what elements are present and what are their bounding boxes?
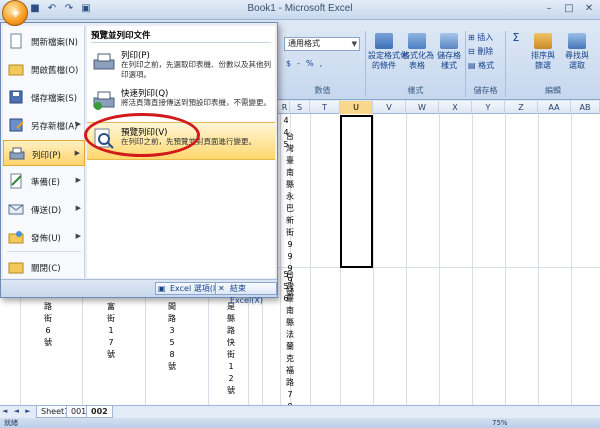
window-controls: – □ ✕ xyxy=(542,2,596,16)
menu-item-new[interactable]: 開新檔案(N) xyxy=(3,28,85,54)
cell-text: 台灣臺南縣法蘭克福路7898 xyxy=(286,270,294,405)
column-header[interactable]: R xyxy=(280,101,290,114)
minimize-icon[interactable]: – xyxy=(542,2,556,16)
office-menu-footer: ▣ Excel 選項(I) ✕ 結束 Excel(X) xyxy=(1,279,277,305)
autosum-button[interactable]: Σ xyxy=(508,32,524,43)
cell-styles-button[interactable]: 儲存格 樣式 xyxy=(434,33,464,71)
sort-filter-icon xyxy=(534,33,552,49)
find-select-button[interactable]: 尋找與 選取 xyxy=(562,33,592,71)
cell-text: 是縣路快街12號 xyxy=(227,302,235,395)
delete-button[interactable]: ⊟ 刪除 xyxy=(468,47,504,57)
maximize-icon[interactable]: □ xyxy=(562,2,576,16)
send-icon xyxy=(7,200,25,218)
office-menu: 開新檔案(N) 開啟舊檔(O) 儲存檔案(S) 另存新檔(A) ▶ 列印(P) ▶ … xyxy=(0,22,278,305)
office-button[interactable]: ◈ xyxy=(2,0,28,26)
gridline xyxy=(310,114,311,405)
publish-icon xyxy=(7,228,25,246)
chevron-right-icon: ▶ xyxy=(75,204,81,212)
options-icon: ▣ xyxy=(158,284,166,293)
conditional-format-button[interactable]: 設定格式化 的條件 xyxy=(368,33,408,71)
format-as-table-button[interactable]: 格式化為 表格 xyxy=(402,33,434,71)
zoom-level[interactable]: 75% xyxy=(492,418,508,428)
gridline xyxy=(280,114,281,405)
column-header[interactable]: X xyxy=(439,101,472,114)
column-header[interactable]: V xyxy=(373,101,406,114)
menu-item-prepare[interactable]: 準備(E) ▶ xyxy=(3,168,85,194)
save-icon xyxy=(7,88,25,106)
binoculars-icon xyxy=(568,33,586,49)
print-icon xyxy=(8,145,26,163)
group-styles: 設定格式化 的條件 格式化為 表格 儲存格 樣式 樣式 xyxy=(366,31,466,97)
menu-item-print[interactable]: 列印(P) ▶ xyxy=(3,140,85,166)
chevron-right-icon: ▶ xyxy=(75,176,81,184)
gridline xyxy=(439,114,440,405)
gridline xyxy=(571,114,572,405)
open-folder-icon xyxy=(7,60,25,78)
gridline xyxy=(538,114,539,405)
submenu-title: 預覽並列印文件 xyxy=(91,31,151,41)
prepare-icon xyxy=(7,172,25,190)
menu-item-close[interactable]: 關閉(C) xyxy=(3,254,85,280)
close-folder-icon xyxy=(7,258,25,276)
gridline xyxy=(505,114,506,405)
gridline xyxy=(472,114,473,405)
menu-item-save[interactable]: 儲存檔案(S) xyxy=(3,84,85,110)
column-header[interactable]: W xyxy=(406,101,439,114)
title-bar: ■ ↶ ↷ ▣ Book1 - Microsoft Excel – □ ✕ xyxy=(0,0,600,20)
cell-text: 路街6號 xyxy=(44,302,52,347)
sort-filter-button[interactable]: 排序與 篩選 xyxy=(528,33,558,71)
gridline xyxy=(406,114,407,405)
submenu-divider xyxy=(91,42,271,43)
column-header[interactable]: Z xyxy=(505,101,538,114)
cell-text: 富街17號 xyxy=(107,302,115,359)
highlight-circle xyxy=(84,113,200,157)
menu-separator xyxy=(7,251,81,252)
group-number: 數值 xyxy=(280,31,366,97)
group-editing: Σ 排序與 篩選 尋找與 選取 編輯 xyxy=(506,31,600,97)
column-header[interactable]: T xyxy=(310,101,340,114)
submenu-print[interactable]: 列印(P) 在列印之前，先選取印表機、份數以及其他列印選項。 xyxy=(87,46,275,84)
status-bar: 就緒 75% xyxy=(0,418,600,428)
menu-item-publish[interactable]: 發佈(U) ▶ xyxy=(3,224,85,250)
column-header[interactable]: AA xyxy=(538,101,571,114)
sheet-tab-active[interactable]: 002 xyxy=(86,406,113,418)
group-cells: ⊞ 插入 ⊟ 刪除 ▤ 格式 儲存格 xyxy=(466,31,506,97)
office-logo-icon: ◈ xyxy=(11,6,20,19)
table-icon xyxy=(408,33,426,49)
format-button[interactable]: ▤ 格式 xyxy=(468,61,504,71)
column-header[interactable]: AB xyxy=(571,101,600,114)
column-header[interactable]: Y xyxy=(472,101,505,114)
close-icon[interactable]: ✕ xyxy=(582,2,596,16)
menu-item-open[interactable]: 開啟舊檔(O) xyxy=(3,56,85,82)
column-header[interactable]: S xyxy=(290,101,310,114)
save-as-icon xyxy=(7,116,25,134)
excel-options-button[interactable]: ▣ Excel 選項(I) xyxy=(155,282,224,295)
gridline xyxy=(373,114,374,405)
exit-excel-button[interactable]: ✕ 結束 Excel(X) xyxy=(215,282,277,305)
menu-item-save-as[interactable]: 另存新檔(A) ▶ xyxy=(3,112,85,138)
sheet-tab-bar: ◄ ◄ ► ► Sheet1 001 002 xyxy=(0,405,600,418)
close-icon: ✕ xyxy=(218,284,225,293)
office-menu-commands: 開新檔案(N) 開啟舊檔(O) 儲存檔案(S) 另存新檔(A) ▶ 列印(P) ▶ … xyxy=(3,26,85,278)
insert-button[interactable]: ⊞ 插入 xyxy=(468,33,504,43)
cell-text: 間路358號 xyxy=(168,302,176,371)
status-text: 就緒 xyxy=(4,419,18,427)
selected-cell[interactable] xyxy=(340,115,373,268)
new-file-icon xyxy=(7,32,25,50)
chevron-right-icon: ▶ xyxy=(75,232,81,240)
window-title: Book1 - Microsoft Excel xyxy=(247,3,353,14)
cell-styles-icon xyxy=(440,33,458,49)
conditional-format-icon xyxy=(375,33,393,49)
quick-print-icon xyxy=(92,88,116,112)
chevron-right-icon: ▶ xyxy=(75,120,81,128)
menu-item-send[interactable]: 傳送(D) ▶ xyxy=(3,196,85,222)
column-header-selected[interactable]: U xyxy=(340,101,373,114)
chevron-right-icon: ▶ xyxy=(74,149,80,157)
printer-icon xyxy=(92,50,116,74)
